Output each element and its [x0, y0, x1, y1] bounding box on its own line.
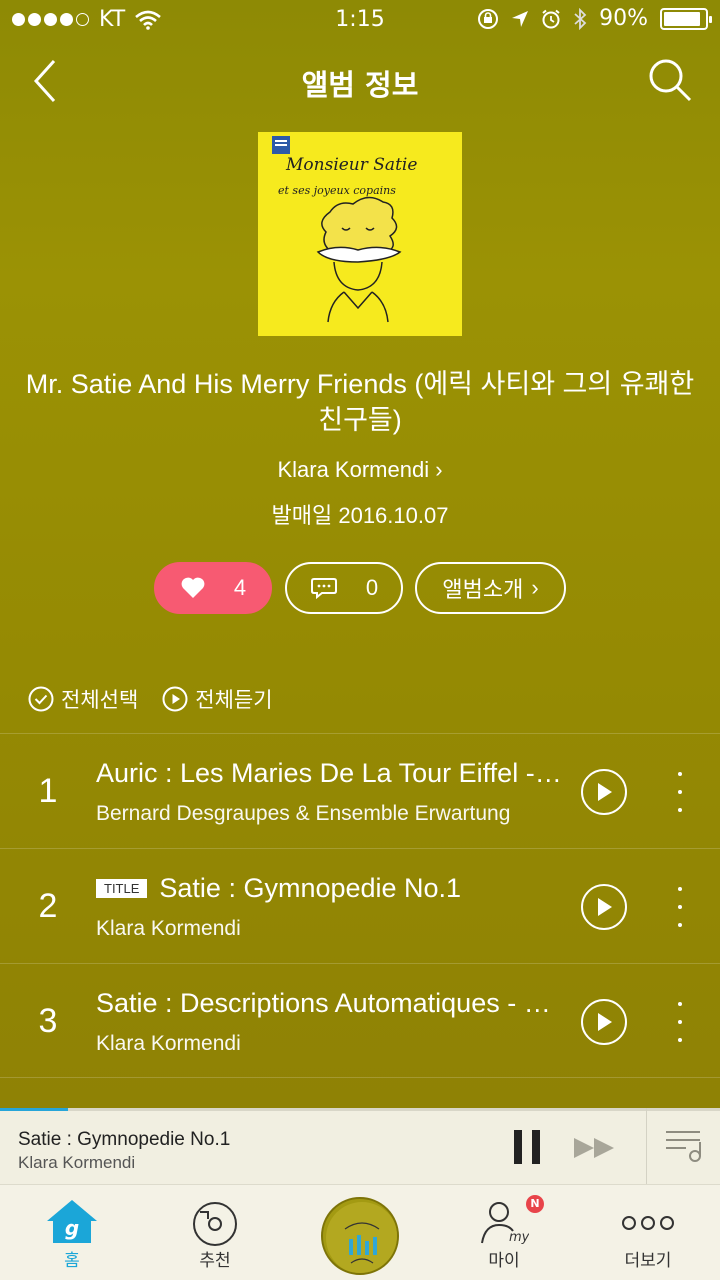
rotation-lock-icon	[478, 8, 499, 29]
track-title: Satie : Descriptions Automatiques - Sur …	[96, 988, 566, 1019]
heart-icon	[181, 577, 205, 598]
mini-player[interactable]: Satie : Gymnopedie No.1 Klara Kormendi	[0, 1108, 720, 1184]
like-count: 4	[233, 575, 247, 600]
playlist-queue-button[interactable]	[664, 1128, 704, 1164]
title-track-badge: TITLE	[96, 879, 148, 898]
play-icon	[598, 898, 612, 916]
track-title: TITLE Satie : Gymnopedie No.1	[96, 873, 566, 904]
page-title: 앨범 정보	[301, 68, 419, 102]
kebab-menu-icon	[678, 1002, 682, 1006]
play-circle-icon	[162, 686, 188, 712]
battery-icon	[660, 7, 712, 30]
play-all-label: 전체듣기	[195, 689, 273, 712]
track-number: 1	[38, 772, 58, 810]
recommend-disc-icon	[193, 1202, 237, 1246]
track-artist: Klara Kormendi	[96, 1032, 241, 1055]
home-icon: g	[47, 1200, 97, 1243]
divider	[646, 1108, 647, 1184]
track-title-text: Auric : Les Maries De La Tour Eiffel - O…	[96, 758, 566, 788]
track-row[interactable]: 1 Auric : Les Maries De La Tour Eiffel -…	[0, 733, 720, 848]
play-all-button[interactable]: 전체듣기	[162, 684, 273, 714]
tab-my-label: 마이	[488, 1251, 520, 1271]
svg-text:g: g	[65, 1216, 79, 1240]
album-cover-illustration: Monsieur Satie et ses joyeux copains	[272, 136, 417, 323]
album-intro-button[interactable]: 앨범소개 ›	[415, 562, 566, 614]
chevron-right-icon: ›	[435, 457, 443, 482]
track-title: Auric : Les Maries De La Tour Eiffel - O…	[96, 758, 566, 789]
now-playing-title: Satie : Gymnopedie No.1	[18, 1129, 231, 1150]
more-dots-icon	[622, 1216, 674, 1230]
kebab-menu-icon	[678, 887, 682, 891]
tab-home-label: 홈	[64, 1251, 80, 1271]
battery-percent: 90%	[599, 6, 648, 31]
track-artist: Bernard Desgraupes & Ensemble Erwartung	[96, 802, 511, 825]
next-track-button[interactable]	[572, 1136, 616, 1160]
album-artist-link[interactable]: Klara Kormendi ›	[0, 457, 720, 483]
user-icon: my	[481, 1202, 529, 1245]
chevron-right-icon: ›	[531, 575, 539, 600]
check-circle-icon	[28, 686, 54, 712]
album-cover-line1: Monsieur Satie	[285, 155, 417, 175]
album-cover-line2: et ses joyeux copains	[278, 184, 396, 197]
tab-recommend-label: 추천	[199, 1251, 231, 1271]
kebab-menu-icon	[678, 772, 682, 776]
tab-more[interactable]: 더보기	[593, 1185, 703, 1280]
track-list: 1 Auric : Les Maries De La Tour Eiffel -…	[0, 733, 720, 1078]
alarm-icon	[542, 9, 560, 28]
bluetooth-icon	[574, 7, 587, 30]
track-title-text: Satie : Descriptions Automatiques - Sur …	[96, 988, 566, 1018]
status-right: 90%	[477, 6, 712, 31]
select-all-button[interactable]: 전체선택	[28, 684, 138, 714]
tab-home[interactable]: g 홈	[17, 1185, 127, 1280]
album-title: Mr. Satie And His Merry Friends (에릭 사티와 …	[25, 369, 695, 435]
list-controls: 전체선택 전체듣기	[28, 684, 273, 714]
album-intro-label: 앨범소개	[442, 577, 524, 602]
now-playing-album-icon	[326, 1202, 397, 1273]
location-icon	[512, 10, 529, 27]
comment-button[interactable]: 0	[285, 562, 403, 614]
status-bar: KT 1:15 90%	[0, 0, 720, 40]
track-title-text: Satie : Gymnopedie No.1	[159, 873, 462, 903]
svg-text:my: my	[509, 1230, 529, 1245]
album-artist-name: Klara Kormendi	[277, 457, 430, 482]
comment-icon	[310, 578, 337, 600]
comment-count: 0	[365, 575, 379, 600]
track-more-button[interactable]	[670, 887, 690, 927]
track-row[interactable]: 3 Satie : Descriptions Automatiques - Su…	[0, 963, 720, 1078]
now-playing-disc[interactable]	[321, 1197, 399, 1275]
like-button[interactable]: 4	[154, 562, 272, 614]
play-icon	[598, 783, 612, 801]
track-row[interactable]: 2 TITLE Satie : Gymnopedie No.1 Klara Ko…	[0, 848, 720, 963]
play-icon	[598, 1013, 612, 1031]
search-icon	[649, 59, 692, 102]
search-button[interactable]	[646, 56, 694, 104]
battery-level	[664, 11, 700, 26]
nav-bar: 앨범 정보	[0, 50, 720, 110]
new-notification-badge: N	[526, 1195, 544, 1213]
pause-icon	[514, 1130, 522, 1164]
release-date: 발매일 2016.10.07	[271, 503, 449, 528]
bottom-tab-bar: g 홈 추천 my 마이 N 더보기	[0, 1184, 720, 1280]
track-number: 3	[38, 1002, 58, 1040]
track-number: 2	[38, 887, 58, 925]
playback-progress-bar[interactable]	[0, 1108, 720, 1111]
track-more-button[interactable]	[670, 772, 690, 812]
tab-more-label: 더보기	[624, 1251, 672, 1271]
album-cover[interactable]: Monsieur Satie et ses joyeux copains	[258, 132, 462, 336]
select-all-label: 전체선택	[61, 689, 139, 712]
pause-button[interactable]	[514, 1130, 540, 1164]
track-more-button[interactable]	[670, 1002, 690, 1042]
now-playing-artist: Klara Kormendi	[18, 1153, 136, 1172]
track-play-button[interactable]	[581, 999, 627, 1045]
playback-progress-fill	[0, 1108, 69, 1111]
tab-recommend[interactable]: 추천	[160, 1185, 270, 1280]
track-play-button[interactable]	[581, 769, 627, 815]
track-artist: Klara Kormendi	[96, 917, 241, 940]
track-play-button[interactable]	[581, 884, 627, 930]
